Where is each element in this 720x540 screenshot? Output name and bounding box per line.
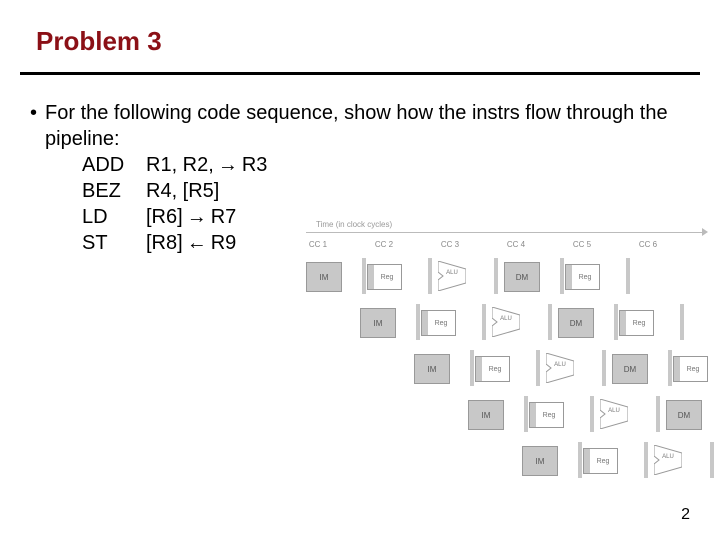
stage-dm: DM xyxy=(666,400,702,430)
latch-bar xyxy=(602,350,606,386)
stage-alu: ALU xyxy=(492,307,520,337)
cc-label: CC 4 xyxy=(496,240,536,249)
arrow-icon: → xyxy=(183,204,211,230)
latch-bar xyxy=(494,258,498,294)
bullet-dot: • xyxy=(30,100,37,152)
stage-dm: DM xyxy=(558,308,594,338)
latch-bar xyxy=(656,396,660,432)
arrow-icon: ← xyxy=(183,230,211,256)
mnemonic: ADD xyxy=(82,152,146,178)
latch-bar xyxy=(578,442,582,478)
stage-alu: ALU xyxy=(438,261,466,291)
stage-im: IM xyxy=(468,400,504,430)
stage-im: IM xyxy=(522,446,558,476)
operands: R4, [R5] xyxy=(146,178,219,204)
bullet-text: For the following code sequence, show ho… xyxy=(45,100,690,152)
code-line: BEZR4, [R5] xyxy=(82,178,690,204)
cc-label: CC 5 xyxy=(562,240,602,249)
latch-bar xyxy=(590,396,594,432)
stage-reg: Reg xyxy=(372,264,402,290)
operands-dest: R7 xyxy=(211,204,237,230)
stage-reg: Reg xyxy=(534,402,564,428)
latch-bar xyxy=(548,304,552,340)
time-axis-arrow-icon xyxy=(702,228,708,236)
latch-bar xyxy=(560,258,564,294)
stage-reg: Reg xyxy=(678,356,708,382)
mnemonic: LD xyxy=(82,204,146,230)
stage-reg: Reg xyxy=(480,356,510,382)
latch-bar xyxy=(680,304,684,340)
latch-bar xyxy=(362,258,366,294)
latch-bar xyxy=(524,396,528,432)
latch-bar xyxy=(710,442,714,478)
stage-reg: Reg xyxy=(570,264,600,290)
operands: [R8] xyxy=(146,230,183,256)
stage-alu: ALU xyxy=(654,445,682,475)
title-underline xyxy=(20,72,700,75)
latch-bar xyxy=(644,442,648,478)
diagram-time-label: Time (in clock cycles) xyxy=(316,220,392,229)
latch-bar xyxy=(614,304,618,340)
latch-bar xyxy=(536,350,540,386)
latch-bar xyxy=(626,258,630,294)
bullet-line: • For the following code sequence, show … xyxy=(30,100,690,152)
code-line: ADDR1, R2, → R3 xyxy=(82,152,690,178)
latch-bar xyxy=(470,350,474,386)
stage-dm: DM xyxy=(504,262,540,292)
stage-im: IM xyxy=(414,354,450,384)
stage-im: IM xyxy=(306,262,342,292)
cc-label: CC 2 xyxy=(364,240,404,249)
stage-reg: Reg xyxy=(588,448,618,474)
page-number: 2 xyxy=(681,506,690,524)
time-axis xyxy=(306,232,706,233)
latch-bar xyxy=(482,304,486,340)
cc-label: CC 1 xyxy=(298,240,338,249)
stage-im: IM xyxy=(360,308,396,338)
latch-bar xyxy=(428,258,432,294)
operands-dest: R3 xyxy=(242,152,268,178)
mnemonic: BEZ xyxy=(82,178,146,204)
stage-alu: ALU xyxy=(600,399,628,429)
stage-reg: Reg xyxy=(426,310,456,336)
stage-alu: ALU xyxy=(546,353,574,383)
cc-labels: CC 1 CC 2 CC 3 CC 4 CC 5 CC 6 xyxy=(250,240,710,252)
mnemonic: ST xyxy=(82,230,146,256)
stage-reg: Reg xyxy=(624,310,654,336)
cc-label: CC 3 xyxy=(430,240,470,249)
operands-dest: R9 xyxy=(211,230,237,256)
latch-bar xyxy=(668,350,672,386)
latch-bar xyxy=(416,304,420,340)
cc-label: CC 6 xyxy=(628,240,668,249)
operands: R1, R2, xyxy=(146,152,214,178)
arrow-icon: → xyxy=(214,152,242,178)
slide-title: Problem 3 xyxy=(36,26,162,57)
pipeline-diagram: Time (in clock cycles) CC 1CC 2CC 3CC 4C… xyxy=(250,220,710,490)
operands: [R6] xyxy=(146,204,183,230)
stage-dm: DM xyxy=(612,354,648,384)
